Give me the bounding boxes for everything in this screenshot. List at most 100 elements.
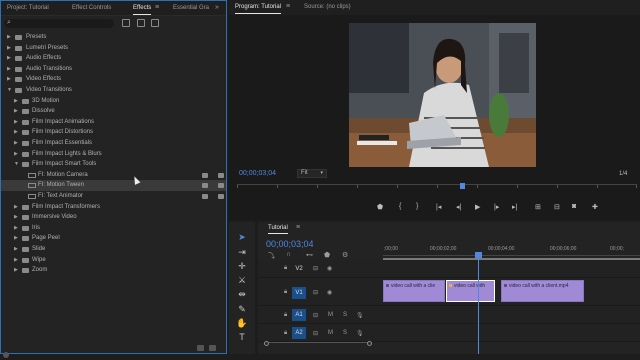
scroll-handle-right[interactable]: [367, 341, 372, 346]
lock-icon[interactable]: 🔒︎: [284, 289, 287, 296]
play-icon[interactable]: ▶: [475, 203, 480, 211]
more-tabs-icon[interactable]: »: [215, 4, 219, 11]
program-scrubber[interactable]: [237, 184, 637, 190]
track-label[interactable]: A1: [292, 309, 306, 321]
go-to-in-icon[interactable]: |◂: [436, 203, 441, 211]
overwrite-icon[interactable]: ⊟: [554, 203, 560, 211]
type-tool-icon[interactable]: T: [236, 332, 248, 343]
tree-item-presets[interactable]: ▶ Presets: [1, 32, 226, 43]
solo-icon[interactable]: S: [343, 312, 347, 318]
timeline-timecode[interactable]: 00;00;03;04: [266, 239, 314, 249]
scroll-handle-left[interactable]: [264, 341, 269, 346]
timeline-clip[interactable]: video call with a clie: [383, 280, 445, 302]
microphone-icon[interactable]: 🎙︎: [356, 330, 364, 337]
effect-fi-motion-camera[interactable]: FI: Motion Camera: [1, 170, 226, 181]
timeline-zoom-scrollbar[interactable]: [264, 341, 372, 346]
eye-icon[interactable]: ◉: [327, 265, 332, 272]
32bit-effects-icon[interactable]: [137, 19, 145, 27]
sync-lock-icon[interactable]: ⊟: [313, 312, 318, 319]
razor-tool-icon[interactable]: ⚔: [236, 275, 248, 286]
tree-item-iris[interactable]: ▶ Iris: [1, 223, 226, 234]
sync-lock-icon[interactable]: ⊟: [313, 265, 318, 272]
program-playhead[interactable]: [460, 183, 465, 189]
effects-search-input[interactable]: ⌕: [4, 19, 114, 28]
tree-item-wipe[interactable]: ▶ Wipe: [1, 255, 226, 266]
mute-icon[interactable]: M: [328, 330, 333, 336]
insert-icon[interactable]: ⊞: [535, 203, 541, 211]
tree-item-film-impact-essentials[interactable]: ▶ Film Impact Essentials: [1, 138, 226, 149]
track-v2[interactable]: 🔒︎ V2 ⊟ ◉: [258, 260, 640, 278]
timeline-playhead[interactable]: [478, 254, 479, 354]
tree-item-audio-transitions[interactable]: ▶ Audio Transitions: [1, 64, 226, 75]
go-to-out-icon[interactable]: ▸|: [512, 203, 517, 211]
hand-tool-icon[interactable]: ✋: [236, 318, 248, 329]
mute-icon[interactable]: M: [328, 312, 333, 318]
panel-menu-icon[interactable]: ≡: [296, 224, 300, 231]
tree-item-immersive-video[interactable]: ▶ Immersive Video: [1, 212, 226, 223]
selection-tool-icon[interactable]: ➤: [236, 232, 248, 243]
lock-icon[interactable]: 🔒︎: [284, 265, 287, 272]
export-frame-icon[interactable]: ◙: [572, 203, 576, 210]
tree-item-zoom[interactable]: ▶ Zoom: [1, 265, 226, 276]
timeline-clip[interactable]: video call with a client.mp4: [501, 280, 584, 302]
marker-icon[interactable]: ⬟: [377, 203, 383, 211]
tree-item-film-impact-animations[interactable]: ▶ Film Impact Animations: [1, 117, 226, 128]
effect-fi-text-animator[interactable]: FI: Text Animator: [1, 191, 226, 202]
delete-icon[interactable]: [209, 345, 216, 351]
linked-selection-icon[interactable]: ⊷: [306, 251, 313, 259]
tree-item-film-impact-distortions[interactable]: ▶ Film Impact Distortions: [1, 127, 226, 138]
tab-timeline-sequence[interactable]: Tutorial: [268, 225, 288, 234]
ripple-edit-tool-icon[interactable]: ✛: [236, 261, 248, 272]
out-point-icon[interactable]: }: [416, 203, 418, 210]
pen-tool-icon[interactable]: ✎: [236, 304, 248, 315]
tree-item-lumetri-presets[interactable]: ▶ Lumetri Presets: [1, 43, 226, 54]
playback-resolution-select[interactable]: 1/4: [619, 171, 627, 177]
eye-icon[interactable]: ◉: [327, 289, 332, 296]
settings-wrench-icon[interactable]: ⚙: [342, 251, 348, 259]
new-bin-icon[interactable]: [197, 345, 204, 351]
accelerated-effects-icon[interactable]: [122, 19, 130, 27]
panel-menu-icon[interactable]: ≡: [286, 3, 290, 10]
tab-project[interactable]: Project: Tutorial: [7, 5, 49, 11]
tab-effects[interactable]: Effects: [133, 5, 152, 15]
add-marker-icon[interactable]: ⬟: [324, 251, 330, 259]
solo-icon[interactable]: S: [343, 330, 347, 336]
tree-item-film-impact-lights-blurs[interactable]: ▶ Film Impact Lights & Blurs: [1, 149, 226, 160]
timeline-clip-selected[interactable]: video call with: [446, 280, 495, 302]
tree-item-film-impact-smart-tools[interactable]: ▼ Film Impact Smart Tools: [1, 159, 226, 170]
sync-lock-icon[interactable]: ⊟: [313, 289, 318, 296]
step-forward-icon[interactable]: |▸: [494, 203, 499, 211]
lock-icon[interactable]: 🔒︎: [284, 312, 287, 319]
track-select-tool-icon[interactable]: ⇥: [236, 247, 248, 258]
button-editor-icon[interactable]: ✚: [592, 203, 598, 211]
tab-essential-graphics[interactable]: Essential Gra: [173, 5, 209, 11]
timeline-ruler[interactable]: [383, 255, 640, 256]
track-a2[interactable]: 🔒︎ A2 ⊟ M S 🎙︎: [258, 325, 640, 342]
tab-program[interactable]: Program: Tutorial: [235, 4, 282, 14]
tab-effect-controls[interactable]: Effect Controls: [72, 5, 111, 11]
tree-item-video-transitions[interactable]: ▼ Video Transitions: [1, 85, 226, 96]
tree-item-audio-effects[interactable]: ▶ Audio Effects: [1, 53, 226, 64]
slip-tool-icon[interactable]: ⇹: [236, 289, 248, 300]
tree-item-film-impact-transformers[interactable]: ▶ Film Impact Transformers: [1, 202, 226, 213]
lock-icon[interactable]: 🔒︎: [284, 330, 287, 337]
tree-item-page-peel[interactable]: ▶ Page Peel: [1, 233, 226, 244]
track-label[interactable]: V1: [292, 287, 306, 299]
track-label[interactable]: A2: [292, 327, 306, 339]
snap-icon[interactable]: ∩: [286, 251, 291, 258]
sync-lock-icon[interactable]: ⊟: [313, 330, 318, 337]
step-back-icon[interactable]: ◂|: [456, 203, 461, 211]
tree-item-slide[interactable]: ▶ Slide: [1, 244, 226, 255]
in-point-icon[interactable]: {: [399, 203, 401, 210]
tree-item-3d-motion[interactable]: ▶ 3D Motion: [1, 96, 226, 107]
track-label[interactable]: V2: [292, 263, 306, 275]
yuv-effects-icon[interactable]: [151, 19, 159, 27]
panel-menu-icon[interactable]: ≡: [155, 4, 159, 11]
microphone-icon[interactable]: 🎙︎: [356, 312, 364, 319]
effect-fi-motion-tween[interactable]: FI: Motion Tween: [1, 180, 226, 191]
tree-item-dissolve[interactable]: ▶ Dissolve: [1, 106, 226, 117]
tab-source[interactable]: Source: (no clips): [304, 4, 351, 10]
track-a1[interactable]: 🔒︎ A1 ⊟ M S 🎙︎: [258, 307, 640, 324]
tree-item-video-effects[interactable]: ▶ Video Effects: [1, 74, 226, 85]
program-timecode[interactable]: 00;00;03;04: [239, 170, 276, 177]
